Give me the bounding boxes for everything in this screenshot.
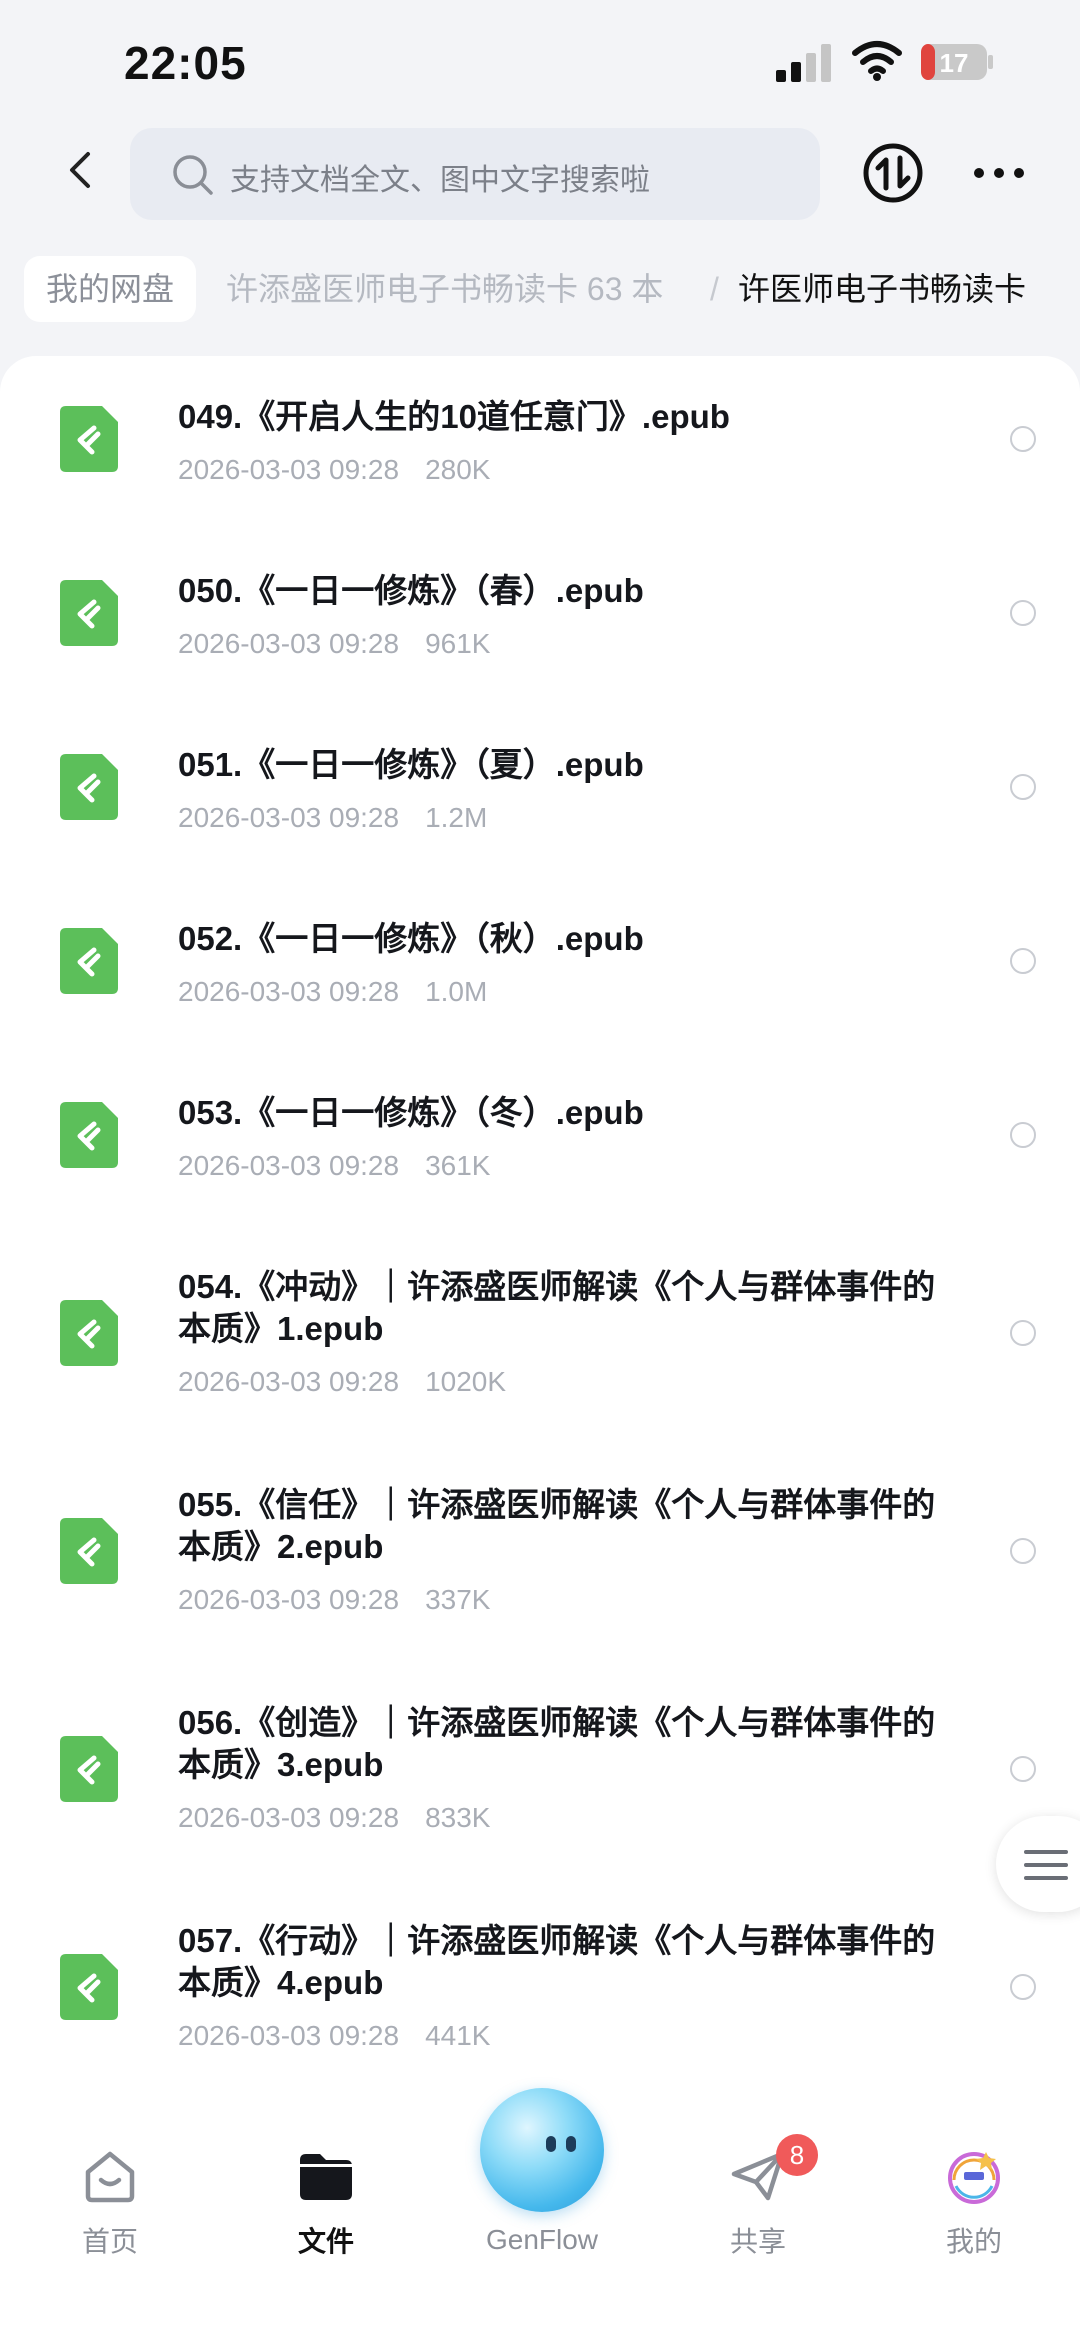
menu-lines-icon xyxy=(1024,1850,1068,1880)
search-bar[interactable]: 支持文档全文、图中文字搜索啦 xyxy=(130,128,820,220)
epub-file-icon xyxy=(60,1300,118,1366)
file-name: 056.《创造》｜许添盛医师解读《个人与群体事件的本质》3.epub xyxy=(178,1704,936,1783)
epub-file-icon xyxy=(60,754,118,820)
mascot-eye xyxy=(546,2136,556,2152)
bottom-nav: 首页 文件 GenFlow 共享 8 我的 xyxy=(0,2076,1080,2336)
file-size: 280K xyxy=(425,454,491,485)
file-size: 337K xyxy=(425,1584,491,1615)
select-radio[interactable] xyxy=(1010,1122,1036,1148)
breadcrumb: 我的网盘 许添盛医师电子书畅读卡 63 本 / 许医师电子书畅读卡 xyxy=(0,252,1080,332)
nav-files[interactable]: 文件 xyxy=(256,2146,396,2260)
breadcrumb-current: 许医师电子书畅读卡 xyxy=(738,271,1027,307)
nav-share-label: 共享 xyxy=(729,2226,786,2257)
file-size: 441K xyxy=(425,2020,491,2051)
file-meta: 2026-03-03 09:28 280K xyxy=(178,452,490,488)
file-meta: 2026-03-03 09:28 1.2M xyxy=(178,800,487,836)
epub-file-icon xyxy=(60,580,118,646)
file-name: 054.《冲动》｜许添盛医师解读《个人与群体事件的本质》1.epub xyxy=(178,1268,936,1347)
status-time: 22:05 xyxy=(124,37,247,89)
mascot-eye xyxy=(566,2136,576,2152)
file-name: 055.《信任》｜许添盛医师解读《个人与群体事件的本质》2.epub xyxy=(178,1486,936,1565)
file-meta: 2026-03-03 09:28 961K xyxy=(178,626,490,662)
nav-home-label: 首页 xyxy=(81,2226,138,2257)
file-name: 050.《一日一修炼》（春）.epub xyxy=(178,572,644,609)
select-radio[interactable] xyxy=(1010,948,1036,974)
file-name: 049.《开启人生的10道任意门》.epub xyxy=(178,398,730,435)
file-date: 2026-03-03 09:28 xyxy=(178,1802,400,1833)
back-arrow-icon[interactable] xyxy=(60,148,104,192)
file-meta: 2026-03-03 09:28 833K xyxy=(178,1800,490,1836)
select-radio[interactable] xyxy=(1010,426,1036,452)
epub-file-icon xyxy=(60,406,118,472)
select-radio[interactable] xyxy=(1010,1756,1036,1782)
breadcrumb-separator: / xyxy=(710,271,719,307)
nav-files-label: 文件 xyxy=(297,2226,354,2257)
epub-file-icon xyxy=(60,1518,118,1584)
epub-file-icon xyxy=(60,928,118,994)
avatar-icon xyxy=(948,2152,1000,2204)
file-date: 2026-03-03 09:28 xyxy=(178,454,400,485)
file-date: 2026-03-03 09:28 xyxy=(178,628,400,659)
select-radio[interactable] xyxy=(1010,774,1036,800)
home-icon xyxy=(85,2151,135,2203)
file-name: 057.《行动》｜许添盛医师解读《个人与群体事件的本质》4.epub xyxy=(178,1922,936,2001)
share-notification-badge: 8 xyxy=(776,2134,818,2176)
breadcrumb-parent[interactable]: 许添盛医师电子书畅读卡 63 本 xyxy=(226,256,663,322)
more-options-icon[interactable] xyxy=(972,158,1026,188)
select-radio[interactable] xyxy=(1010,1974,1036,2000)
file-date: 2026-03-03 09:28 xyxy=(178,1150,400,1181)
cellular-signal-icon xyxy=(776,44,831,82)
folder-icon xyxy=(300,2154,352,2200)
nav-home[interactable]: 首页 xyxy=(40,2146,180,2260)
select-radio[interactable] xyxy=(1010,1538,1036,1564)
file-name: 052.《一日一修炼》（秋）.epub xyxy=(178,920,644,957)
status-bar: 22:05 17 xyxy=(0,0,1080,120)
epub-file-icon xyxy=(60,1736,118,1802)
select-radio[interactable] xyxy=(1010,1320,1036,1346)
file-meta: 2026-03-03 09:28 1.0M xyxy=(178,974,487,1010)
genflow-mascot-button[interactable] xyxy=(480,2088,604,2212)
nav-mine[interactable]: 我的 xyxy=(904,2146,1044,2260)
file-date: 2026-03-03 09:28 xyxy=(178,976,400,1007)
file-size: 1.0M xyxy=(425,976,488,1007)
file-size: 361K xyxy=(425,1150,491,1181)
file-size: 833K xyxy=(425,1802,491,1833)
epub-file-icon xyxy=(60,1954,118,2020)
file-name: 051.《一日一修炼》（夏）.epub xyxy=(178,746,644,783)
file-date: 2026-03-03 09:28 xyxy=(178,1366,400,1397)
file-date: 2026-03-03 09:28 xyxy=(178,2020,400,2051)
file-list: 049.《开启人生的10道任意门》.epub 2026-03-03 09:28 2… xyxy=(0,356,1080,2076)
select-radio[interactable] xyxy=(1010,600,1036,626)
nav-genflow-label[interactable]: GenFlow xyxy=(470,2224,614,2256)
file-meta: 2026-03-03 09:28 441K xyxy=(178,2018,490,2054)
file-meta: 2026-03-03 09:28 361K xyxy=(178,1148,490,1184)
file-date: 2026-03-03 09:28 xyxy=(178,802,400,833)
wifi-icon xyxy=(852,41,902,81)
epub-file-icon xyxy=(60,1102,118,1168)
file-size: 961K xyxy=(425,628,491,659)
breadcrumb-root[interactable]: 我的网盘 xyxy=(24,256,197,322)
file-date: 2026-03-03 09:28 xyxy=(178,1584,400,1615)
file-meta: 2026-03-03 09:28 1020K xyxy=(178,1364,506,1400)
file-name: 053.《一日一修炼》（冬）.epub xyxy=(178,1094,644,1131)
sort-transfer-icon[interactable] xyxy=(862,142,924,204)
file-size: 1020K xyxy=(425,1366,507,1397)
battery-level: 17 xyxy=(940,48,969,78)
search-icon xyxy=(173,155,213,195)
file-meta: 2026-03-03 09:28 337K xyxy=(178,1582,490,1618)
search-placeholder: 支持文档全文、图中文字搜索啦 xyxy=(230,164,650,197)
file-size: 1.2M xyxy=(425,802,488,833)
nav-mine-label: 我的 xyxy=(945,2226,1002,2257)
battery-icon: 17 xyxy=(921,44,993,80)
